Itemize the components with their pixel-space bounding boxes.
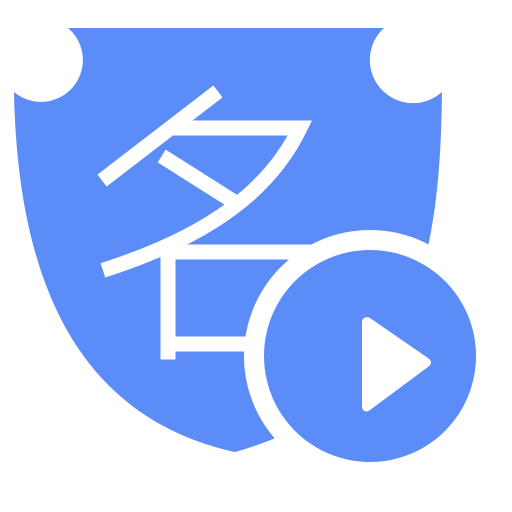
icon-canvas — [14, 28, 496, 482]
name-badge-play-icon — [0, 0, 512, 512]
